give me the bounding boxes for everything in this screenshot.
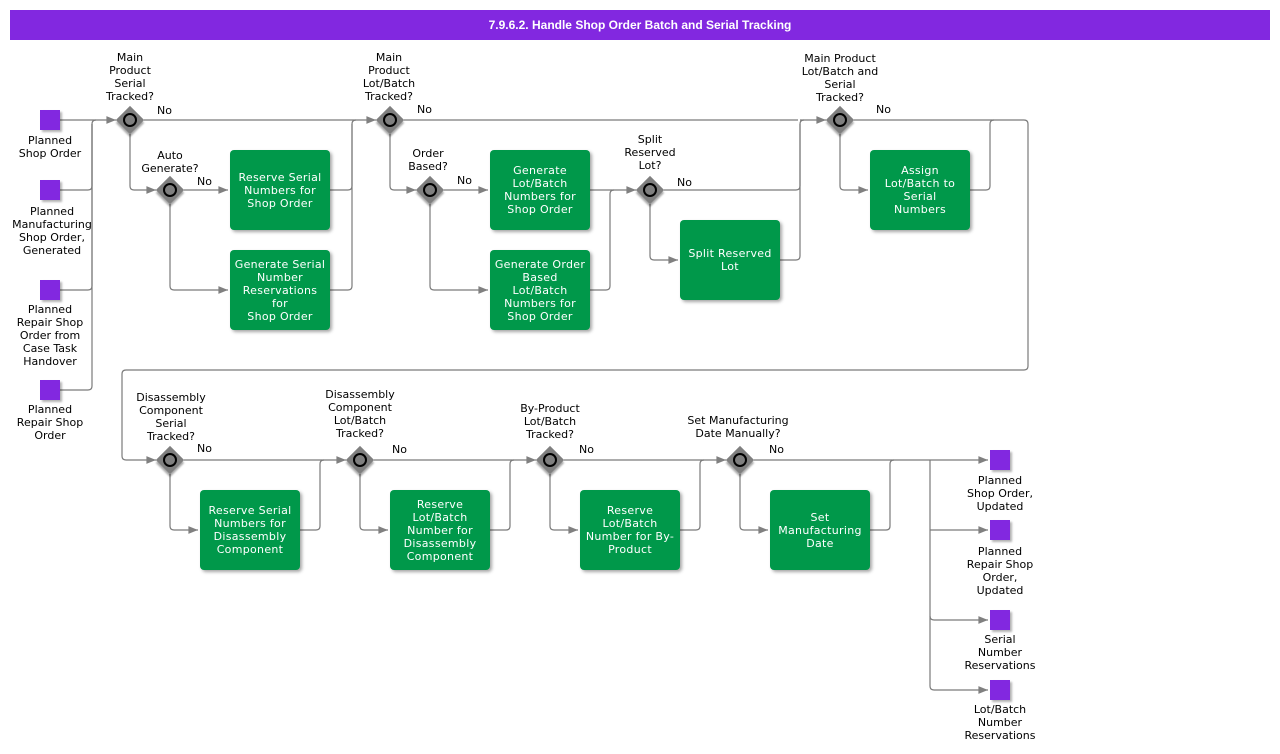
flow <box>590 189 615 291</box>
gateway-no-label: No <box>579 443 594 456</box>
flow <box>780 124 801 261</box>
task-generate-lot-batch-numbers[interactable]: Generate Lot/Batch Numbers for Shop Orde… <box>490 150 590 230</box>
flow <box>680 459 705 531</box>
flow <box>870 459 895 531</box>
flow <box>929 615 989 624</box>
flow <box>739 474 769 534</box>
flow <box>359 474 388 534</box>
gateway-ring-icon <box>353 453 367 467</box>
flow <box>970 119 995 191</box>
flow <box>169 474 198 534</box>
start-event-planned-shop-order[interactable] <box>40 110 60 130</box>
flow <box>169 204 228 294</box>
gateway-label: By-Product Lot/Batch Tracked? <box>520 402 580 441</box>
start-event-label: Planned Repair Shop Order <box>16 403 84 442</box>
task-reserve-serial-numbers-shop-order[interactable]: Reserve Serial Numbers for Shop Order <box>230 150 330 230</box>
end-event-serial-number-reservations[interactable] <box>990 610 1010 630</box>
start-event-label: Planned Repair Shop Order from Case Task… <box>16 303 84 368</box>
gateway-label: Disassembly Component Lot/Batch Tracked? <box>325 388 395 440</box>
gateway-no-label: No <box>197 442 212 455</box>
gateway-label: Main Product Serial Tracked? <box>106 51 154 103</box>
start-event-label: Planned Shop Order <box>18 134 82 160</box>
gateway-no-label: No <box>677 176 692 189</box>
gateway-label: Disassembly Component Serial Tracked? <box>136 391 206 443</box>
start-event-planned-manufacturing-shop-order[interactable] <box>40 180 60 200</box>
flow <box>649 204 679 264</box>
flow <box>839 134 869 194</box>
start-event-planned-repair-shop-order[interactable] <box>40 380 60 400</box>
flow <box>429 204 488 294</box>
task-reserve-lot-batch-by-product[interactable]: Reserve Lot/Batch Number for By- Product <box>580 490 680 570</box>
end-event-label: Serial Number Reservations <box>964 633 1036 672</box>
gateway-ring-icon <box>643 183 657 197</box>
task-reserve-serial-disassembly[interactable]: Reserve Serial Numbers for Disassembly C… <box>200 490 300 570</box>
task-generate-serial-number-reservations[interactable]: Generate Serial Number Reservations for … <box>230 250 330 330</box>
task-assign-lot-batch-to-serial[interactable]: Assign Lot/Batch to Serial Numbers <box>870 150 970 230</box>
start-event-planned-repair-shop-order-case[interactable] <box>40 280 60 300</box>
flow <box>549 474 579 534</box>
gateway-label: Split Reserved Lot? <box>624 133 676 172</box>
end-event-label: Lot/Batch Number Reservations <box>964 703 1036 742</box>
gateway-ring-icon <box>123 113 137 127</box>
end-event-lot-batch-number-reservations[interactable] <box>990 680 1010 700</box>
gateway-ring-icon <box>163 453 177 467</box>
connectors <box>60 116 1029 694</box>
gateway-label: Main Product Lot/Batch Tracked? <box>362 51 416 103</box>
gateway-ring-icon <box>833 113 847 127</box>
gateway-no-label: No <box>392 443 407 456</box>
gateway-label: Set Manufacturing Date Manually? <box>687 414 789 440</box>
flow <box>300 459 325 531</box>
gateway-ring-icon <box>383 113 397 127</box>
end-event-planned-shop-order-updated[interactable] <box>990 450 1010 470</box>
flow <box>490 459 515 531</box>
task-split-reserved-lot[interactable]: Split Reserved Lot <box>680 220 780 300</box>
task-set-manufacturing-date[interactable]: Set Manufacturing Date <box>770 490 870 570</box>
gateway-ring-icon <box>163 183 177 197</box>
gateway-no-label: No <box>876 103 891 116</box>
gateway-label: Auto Generate? <box>141 149 199 175</box>
gateway-no-label: No <box>157 104 172 117</box>
gateway-ring-icon <box>543 453 557 467</box>
gateway-ring-icon <box>733 453 747 467</box>
flow <box>330 124 353 291</box>
gateway-no-label: No <box>769 443 784 456</box>
gateway-no-label: No <box>417 103 432 116</box>
end-event-label: Planned Repair Shop Order, Updated <box>966 545 1034 597</box>
start-event-label: Planned Manufacturing Shop Order, Genera… <box>12 205 92 257</box>
end-event-planned-repair-shop-order-updated[interactable] <box>990 520 1010 540</box>
task-generate-order-based-lot-batch[interactable]: Generate Order Based Lot/Batch Numbers f… <box>490 250 590 330</box>
gateway-ring-icon <box>423 183 437 197</box>
gateway-no-label: No <box>197 175 212 188</box>
gateway-no-label: No <box>457 174 472 187</box>
gateway-label: Main Product Lot/Batch and Serial Tracke… <box>801 52 879 104</box>
end-event-label: Planned Shop Order, Updated <box>967 474 1033 513</box>
gateway-label: Order Based? <box>408 147 448 173</box>
task-reserve-lot-batch-disassembly[interactable]: Reserve Lot/Batch Number for Disassembly… <box>390 490 490 570</box>
